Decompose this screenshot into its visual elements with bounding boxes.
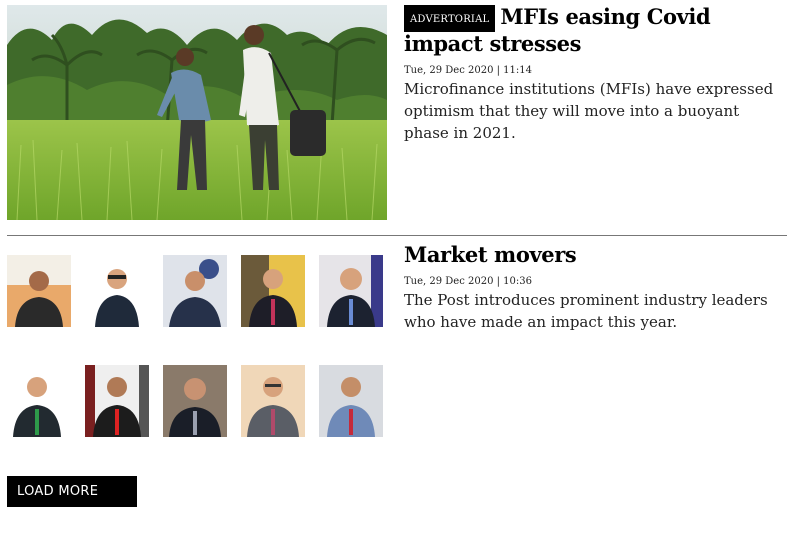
portrait-photo: [319, 255, 383, 327]
portrait-photo: [85, 255, 149, 327]
advertorial-badge: ADVERTORIAL: [404, 5, 496, 32]
article-card-mfis[interactable]: ADVERTORIAL MFIs easing Covid impact stre…: [7, 5, 787, 221]
portrait-photo: [7, 365, 71, 437]
portrait-photo: [241, 365, 305, 437]
portrait-photo: [163, 365, 227, 437]
article-headline[interactable]: Market movers: [404, 243, 787, 267]
article-thumbnail-rice-field[interactable]: [7, 5, 387, 220]
article-summary: Microfinance institutions (MFIs) have ex…: [404, 80, 774, 142]
section-divider: [7, 235, 787, 236]
portrait-photo: [241, 255, 305, 327]
portrait-photo: [319, 365, 383, 437]
portrait-photo: [7, 255, 71, 327]
portrait-photo: [85, 365, 149, 437]
article-card-market-movers[interactable]: Market movers Tue, 29 Dec 2020 | 10:36 T…: [7, 243, 787, 443]
article-timestamp: Tue, 29 Dec 2020 | 11:14: [404, 65, 532, 76]
load-more-button[interactable]: LOAD MORE: [7, 476, 137, 507]
portrait-photo: [163, 255, 227, 327]
article-timestamp: Tue, 29 Dec 2020 | 10:36: [404, 276, 532, 287]
article-summary: The Post introduces prominent industry l…: [404, 291, 768, 331]
